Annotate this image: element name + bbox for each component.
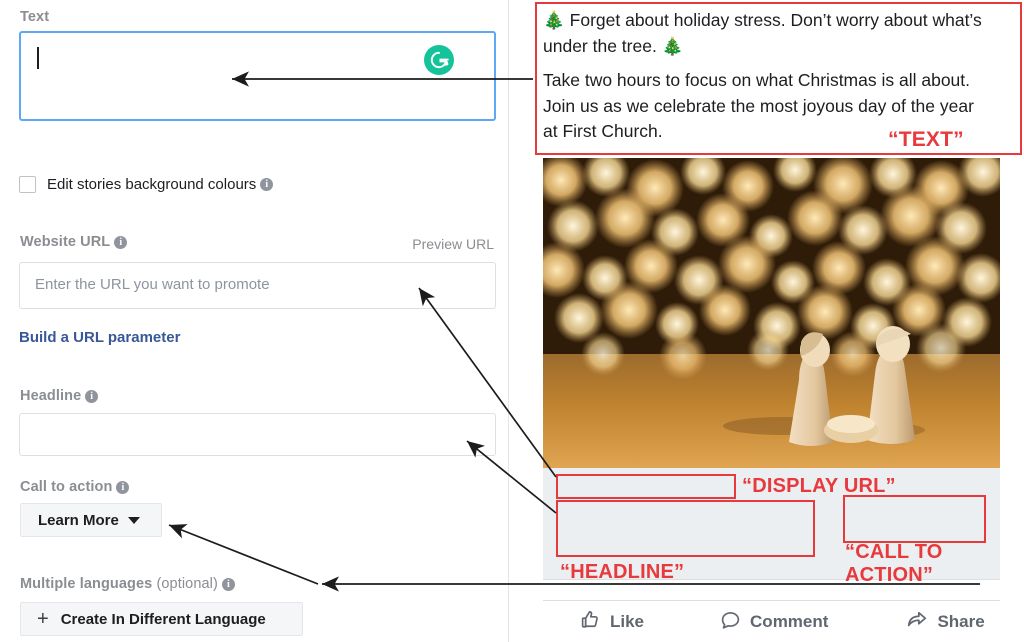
info-icon[interactable]: i bbox=[114, 236, 128, 249]
annotation-label-cta-line1: “CALL TO bbox=[845, 541, 943, 563]
ad-preview-text: 🎄 Forget about holiday stress. Don’t wor… bbox=[543, 8, 993, 145]
ad-text-paragraph-1: 🎄 Forget about holiday stress. Don’t wor… bbox=[543, 10, 982, 56]
multiple-languages-optional: (optional) bbox=[156, 576, 218, 592]
comment-bubble-icon bbox=[720, 609, 741, 635]
create-in-different-language-button[interactable]: + Create In Different Language bbox=[20, 602, 303, 636]
annotation-label-cta-line2: ACTION” bbox=[845, 564, 934, 586]
text-cursor bbox=[37, 47, 39, 69]
info-icon[interactable]: i bbox=[116, 481, 130, 494]
headline-label-row: Headline i bbox=[20, 388, 99, 404]
comment-label: Comment bbox=[750, 611, 829, 631]
annotation-label-cta: “CALL TO ACTION” bbox=[845, 541, 943, 587]
ad-creation-screen: Text Edit stories background colours i W… bbox=[0, 0, 1024, 642]
call-to-action-selected-value: Learn More bbox=[38, 511, 119, 529]
like-action[interactable]: Like bbox=[580, 609, 644, 635]
preview-url-link[interactable]: Preview URL bbox=[412, 236, 494, 252]
website-url-label-row: Website URL i bbox=[20, 234, 128, 250]
ad-form-panel: Text Edit stories background colours i W… bbox=[0, 0, 509, 642]
build-url-parameter-link[interactable]: Build a URL parameter bbox=[19, 329, 180, 346]
edit-stories-background-label: Edit stories background colours bbox=[47, 176, 257, 193]
edit-stories-background-row[interactable]: Edit stories background colours i bbox=[19, 176, 274, 193]
grammarly-icon[interactable] bbox=[424, 45, 454, 75]
share-arrow-icon bbox=[906, 608, 928, 635]
create-in-different-language-label: Create In Different Language bbox=[60, 610, 266, 628]
text-field-label: Text bbox=[20, 9, 49, 25]
website-url-label: Website URL bbox=[20, 234, 111, 250]
primary-text-textarea[interactable] bbox=[19, 31, 496, 121]
plus-icon: + bbox=[37, 608, 49, 630]
share-action[interactable]: Share bbox=[906, 608, 985, 635]
like-label: Like bbox=[610, 611, 645, 631]
headline-label: Headline bbox=[20, 388, 82, 404]
ad-action-bar: Like Comment Share bbox=[543, 600, 1000, 642]
call-to-action-dropdown[interactable]: Learn More bbox=[20, 503, 162, 537]
thumbs-up-icon bbox=[580, 609, 601, 635]
ad-preview-image bbox=[543, 158, 1000, 468]
chevron-down-icon bbox=[127, 516, 140, 524]
share-label: Share bbox=[937, 611, 985, 631]
call-to-action-label: Call to action bbox=[20, 479, 113, 495]
edit-stories-background-checkbox[interactable] bbox=[19, 176, 36, 193]
multiple-languages-label: Multiple languages bbox=[20, 576, 153, 592]
info-icon[interactable]: i bbox=[260, 178, 274, 191]
annotation-label-text: “TEXT” bbox=[888, 128, 964, 151]
annotation-label-display-url: “DISPLAY URL” bbox=[742, 475, 896, 497]
comment-action[interactable]: Comment bbox=[720, 609, 828, 635]
info-icon[interactable]: i bbox=[221, 578, 235, 591]
website-url-placeholder: Enter the URL you want to promote bbox=[35, 276, 270, 293]
headline-input[interactable] bbox=[19, 413, 496, 456]
annotation-label-headline: “HEADLINE” bbox=[560, 561, 685, 583]
text-label: Text bbox=[20, 9, 50, 25]
info-icon[interactable]: i bbox=[85, 390, 99, 403]
call-to-action-label-row: Call to action i bbox=[20, 479, 130, 495]
multiple-languages-label-row: Multiple languages (optional) i bbox=[20, 576, 235, 592]
